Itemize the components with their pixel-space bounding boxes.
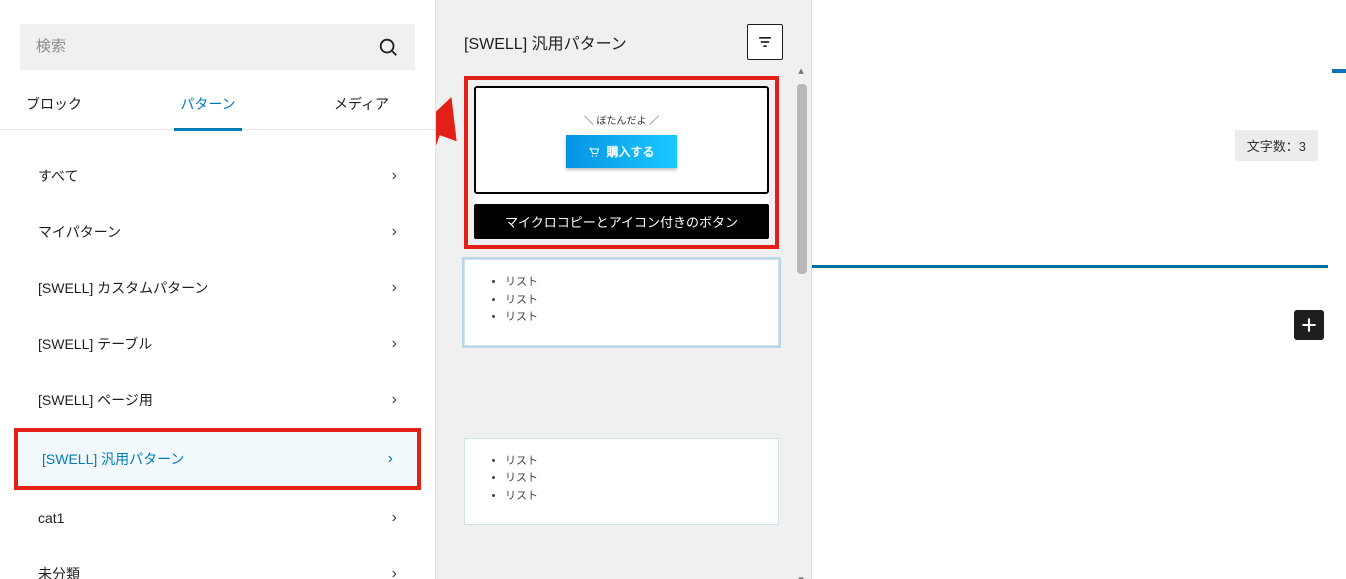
- list-item: リスト: [505, 292, 754, 310]
- category-swell-general[interactable]: [SWELL] 汎用パターン ›: [18, 432, 417, 486]
- word-count-badge: 文字数：3: [1235, 130, 1318, 161]
- scroll-down-icon: ▾: [795, 573, 807, 579]
- tab-patterns[interactable]: パターン: [174, 94, 241, 131]
- inserter-sidebar: ブロック パターン メディア すべて › マイパターン › [SWELL] カス…: [0, 0, 436, 579]
- list-item: リスト: [505, 470, 754, 488]
- scrollbar-thumb[interactable]: [797, 84, 807, 274]
- word-count-value: 3: [1299, 139, 1306, 154]
- list-item: リスト: [505, 274, 754, 292]
- pattern-category-list: すべて › マイパターン › [SWELL] カスタムパターン › [SWELL…: [0, 130, 435, 579]
- tab-blocks[interactable]: ブロック: [20, 94, 88, 128]
- decorative-bar: [1332, 69, 1346, 73]
- chevron-right-icon: ›: [388, 450, 393, 468]
- pattern-panel-header: [SWELL] 汎用パターン: [464, 24, 801, 60]
- chevron-right-icon: ›: [392, 335, 397, 353]
- category-label: マイパターン: [38, 222, 121, 242]
- list-item: リスト: [505, 309, 754, 327]
- filter-icon: [755, 32, 775, 52]
- search-icon: [377, 36, 399, 58]
- insertion-point-indicator: [812, 265, 1328, 268]
- search-field-wrap: [20, 24, 415, 70]
- category-uncategorized[interactable]: 未分類 ›: [0, 546, 435, 579]
- category-label: cat1: [38, 510, 64, 526]
- add-block-button[interactable]: [1294, 310, 1324, 340]
- pattern-item-button-with-microcopy[interactable]: ぼたんだよ 購入する マイクロコピーとアイコン付きのボタン: [474, 86, 769, 239]
- pattern-preview-panel: [SWELL] 汎用パターン ぼたんだよ 購入する マイクロコピーとアイコン付き…: [436, 0, 812, 579]
- annotation-highlight-box: ぼたんだよ 購入する マイクロコピーとアイコン付きのボタン: [464, 76, 779, 249]
- chevron-right-icon: ›: [392, 279, 397, 297]
- chevron-right-icon: ›: [392, 565, 397, 579]
- word-count-label: 文字数：: [1247, 139, 1299, 154]
- buy-button-preview: 購入する: [566, 135, 676, 168]
- category-label: [SWELL] ページ用: [38, 390, 153, 410]
- category-cat1[interactable]: cat1 ›: [0, 490, 435, 546]
- category-label: すべて: [38, 166, 78, 186]
- chevron-right-icon: ›: [392, 167, 397, 185]
- spacer: [464, 380, 779, 438]
- plus-icon: [1299, 315, 1319, 335]
- annotation-highlight-box: [SWELL] 汎用パターン ›: [14, 428, 421, 490]
- scroll-up-icon: ▴: [795, 64, 807, 76]
- pattern-item-list[interactable]: リスト リスト リスト: [464, 259, 779, 346]
- preview-list: リスト リスト リスト: [489, 274, 754, 327]
- scrollbar[interactable]: ▴ ▾: [795, 84, 807, 569]
- chevron-right-icon: ›: [392, 391, 397, 409]
- category-swell-custom[interactable]: [SWELL] カスタムパターン ›: [0, 260, 435, 316]
- category-all[interactable]: すべて ›: [0, 148, 435, 204]
- category-label: [SWELL] カスタムパターン: [38, 278, 208, 298]
- tab-media[interactable]: メディア: [328, 94, 395, 128]
- spacer: [464, 559, 779, 579]
- pattern-panel-title: [SWELL] 汎用パターン: [464, 30, 627, 54]
- category-my-patterns[interactable]: マイパターン ›: [0, 204, 435, 260]
- preview-list: リスト リスト リスト: [489, 453, 754, 506]
- editor-canvas[interactable]: 文字数：3: [812, 0, 1346, 579]
- pattern-caption: マイクロコピーとアイコン付きのボタン: [474, 204, 769, 239]
- category-swell-table[interactable]: [SWELL] テーブル ›: [0, 316, 435, 372]
- pattern-list: ぼたんだよ 購入する マイクロコピーとアイコン付きのボタン リスト リスト リス…: [464, 76, 801, 579]
- list-item: リスト: [505, 488, 754, 506]
- list-item: リスト: [505, 453, 754, 471]
- chevron-right-icon: ›: [392, 223, 397, 241]
- pattern-preview: ぼたんだよ 購入する: [474, 86, 769, 194]
- pattern-filter-button[interactable]: [747, 24, 783, 60]
- search-input[interactable]: [36, 38, 377, 55]
- category-label: [SWELL] 汎用パターン: [42, 449, 184, 469]
- pattern-item-list[interactable]: リスト リスト リスト: [464, 438, 779, 525]
- inserter-tabs: ブロック パターン メディア: [0, 76, 435, 130]
- chevron-right-icon: ›: [392, 509, 397, 527]
- category-swell-page[interactable]: [SWELL] ページ用 ›: [0, 372, 435, 428]
- button-label: 購入する: [606, 143, 654, 160]
- microcopy-text: ぼたんだよ: [584, 112, 660, 127]
- category-label: 未分類: [38, 564, 80, 579]
- cart-icon: [588, 146, 600, 158]
- category-label: [SWELL] テーブル: [38, 334, 152, 354]
